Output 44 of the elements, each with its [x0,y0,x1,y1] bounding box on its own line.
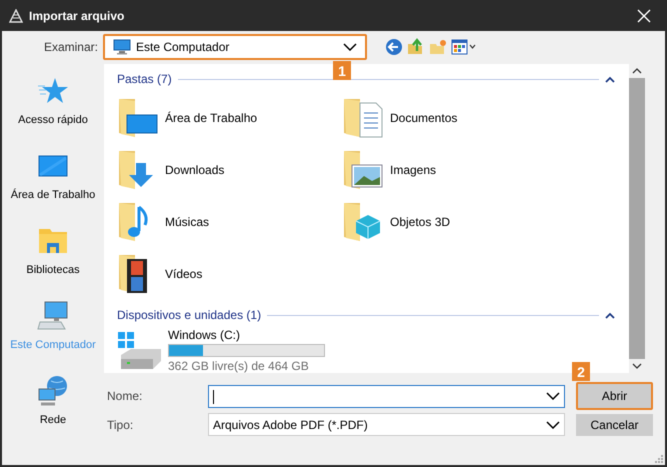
up-folder-icon[interactable] [407,38,425,56]
text-cursor [213,390,214,404]
dropdown-caret-icon [546,420,560,428]
sidebar-item[interactable]: Área de Trabalho [2,149,104,224]
drive-name: Windows (C:) [168,328,242,342]
dropdown-caret-icon [343,43,357,51]
resize-grip-icon[interactable] [653,453,663,463]
callout-badge: 1 [333,61,351,80]
drive-icon[interactable] [117,330,163,370]
sidebar-item[interactable]: Acesso rápido [2,74,104,149]
sidebar-item[interactable]: Rede [2,374,104,449]
globe-network-icon [37,374,69,408]
folder-item[interactable]: Downloads [117,144,342,196]
folder-monitor-icon [117,97,159,139]
file-type-dropdown[interactable]: Arquivos Adobe PDF (*.PDF) [208,413,565,436]
app-logo-icon [9,8,23,22]
group-header: Dispositivos e unidades (1) [117,308,262,322]
folder-item[interactable]: Vídeos [117,248,342,300]
open-button[interactable]: Abrir [576,382,653,410]
view-menu-icon[interactable] [451,39,477,55]
group-header: Pastas (7) [117,72,172,86]
cancel-button[interactable]: Cancelar [576,414,653,436]
free-space-text: 362 GB livre(s) de 464 GB [168,359,310,373]
folder-item[interactable]: Imagens [342,144,567,196]
sidebar-item[interactable]: Bibliotecas [2,224,104,299]
close-icon[interactable] [637,8,651,22]
folder-item[interactable]: Objetos 3D [342,196,567,248]
dropdown-caret-icon[interactable] [546,392,560,400]
name-field[interactable] [208,384,565,408]
folder-image-icon [342,149,384,191]
callout-badge: 2 [572,362,590,381]
window-title: Importar arquivo [29,8,124,22]
computer-icon [113,39,131,55]
folder-item[interactable]: Músicas [117,196,342,248]
look-in-label: Examinar: [42,40,98,54]
name-label: Nome: [106,389,144,403]
collapse-icon[interactable] [605,312,615,318]
folder-item[interactable]: Documentos [342,92,567,144]
type-label: Tipo: [106,418,134,432]
folder-document-icon [342,97,384,139]
back-icon[interactable] [385,38,403,56]
look-in-dropdown[interactable]: Este Computador [103,34,367,60]
collapse-icon[interactable] [605,76,615,82]
folder-item[interactable]: Área de Trabalho [117,92,342,144]
